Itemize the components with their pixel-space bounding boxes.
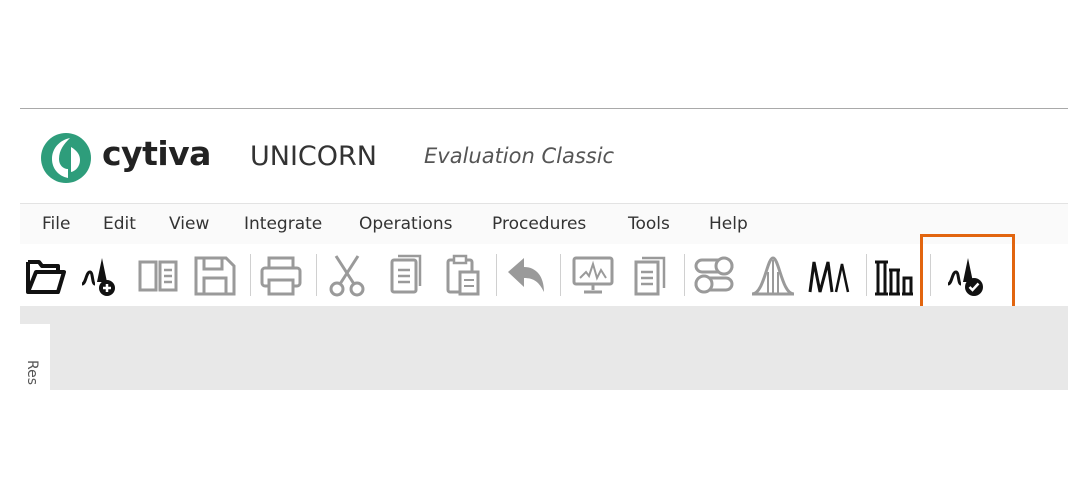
double-peak-button[interactable] [806, 250, 852, 300]
toolbar-separator [496, 254, 497, 296]
compare-icon [138, 260, 178, 292]
columns-icon [875, 260, 913, 296]
menu-file[interactable]: File [42, 214, 70, 234]
columns-button[interactable] [872, 250, 918, 300]
results-tab[interactable]: Res [20, 360, 44, 390]
settings-toggle-button[interactable] [692, 250, 738, 300]
toolbar [20, 244, 1068, 306]
cut-icon [329, 255, 365, 297]
new-result-icon [81, 258, 115, 296]
settings-toggle-icon [694, 256, 734, 294]
menu-integrate[interactable]: Integrate [244, 214, 322, 234]
menu-bar: File Edit View Integrate Operations Proc… [20, 203, 1068, 245]
module-subtitle: Evaluation Classic [424, 144, 615, 168]
cut-button[interactable] [324, 250, 370, 300]
menu-tools[interactable]: Tools [628, 214, 670, 234]
monitor-icon [572, 256, 614, 294]
documents-icon [634, 256, 666, 296]
toolbar-separator [684, 254, 685, 296]
logo-wordmark: cytiva [102, 134, 211, 173]
results-tab-label: Res [24, 360, 40, 386]
menu-procedures[interactable]: Procedures [492, 214, 586, 234]
peak-icon [751, 256, 795, 296]
paste-button[interactable] [440, 250, 486, 300]
save-button[interactable] [192, 250, 238, 300]
top-divider [20, 108, 1068, 109]
product-name: UNICORN [250, 141, 377, 172]
menu-view[interactable]: View [169, 214, 209, 234]
toolbar-separator [560, 254, 561, 296]
cytiva-logo-icon [41, 133, 91, 183]
toolbar-separator [316, 254, 317, 296]
new-result-button[interactable] [78, 250, 124, 300]
print-button[interactable] [258, 250, 304, 300]
menu-operations[interactable]: Operations [359, 214, 452, 234]
undo-icon [508, 258, 544, 292]
menu-help[interactable]: Help [709, 214, 748, 234]
copy-icon [390, 254, 422, 294]
documents-button[interactable] [628, 250, 674, 300]
print-icon [260, 256, 302, 296]
menu-edit[interactable]: Edit [103, 214, 136, 234]
compare-button[interactable] [136, 250, 182, 300]
open-folder-icon [26, 260, 66, 294]
save-icon [194, 256, 236, 296]
toolbar-separator [250, 254, 251, 296]
peak-button[interactable] [750, 250, 796, 300]
monitor-button[interactable] [570, 250, 616, 300]
paste-icon [446, 254, 480, 296]
undo-button[interactable] [504, 250, 550, 300]
open-folder-button[interactable] [22, 250, 68, 300]
copy-button[interactable] [382, 250, 428, 300]
toolbar-separator [866, 254, 867, 296]
double-peak-icon [808, 261, 850, 293]
workspace-area [20, 306, 1068, 390]
